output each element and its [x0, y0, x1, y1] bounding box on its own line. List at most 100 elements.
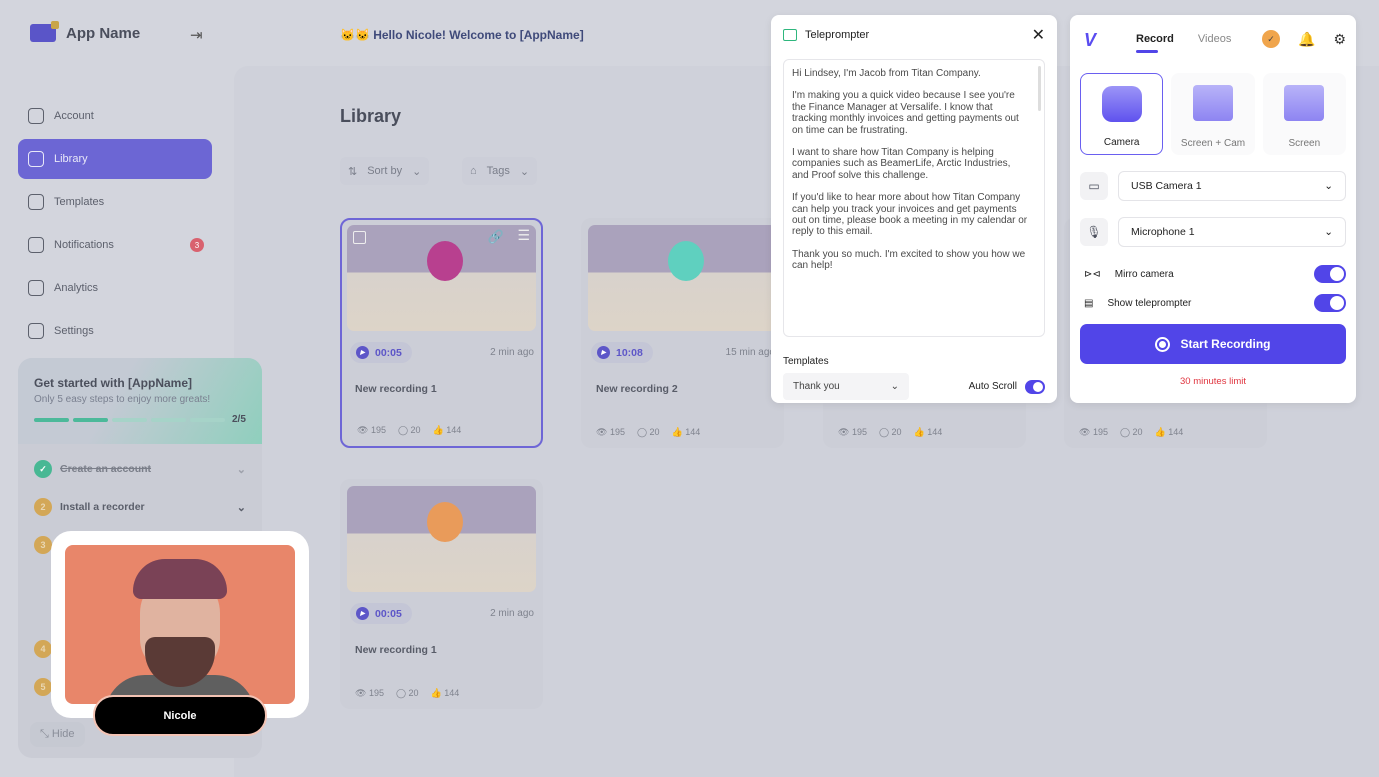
link-icon[interactable]: 🔗	[488, 229, 504, 245]
time-ago: 15 min ago	[725, 347, 775, 358]
video-stats: 👁 195 ◯ 20 👍 144	[1079, 427, 1184, 437]
teleprompter-title: Teleprompter	[805, 29, 870, 41]
achievement-icon[interactable]: ✓	[1262, 30, 1280, 48]
sidebar-item-analytics[interactable]: Analytics	[18, 268, 212, 308]
play-icon: ▶	[597, 346, 610, 359]
video-card[interactable]: ▶ 00:05 2 min ago New recording 1 👁 195 ◯ 2…	[340, 479, 543, 709]
gear-icon	[28, 323, 44, 339]
teleprompter-icon	[783, 29, 797, 41]
greeting-text: Hello Nicole! Welcome to [AppName]	[373, 28, 584, 42]
step-number: 5	[34, 678, 52, 696]
chevron-down-icon: ⌄	[1324, 180, 1333, 192]
user-icon	[28, 108, 44, 124]
sidebar-item-templates[interactable]: Templates	[18, 182, 212, 222]
step-number: 4	[34, 640, 52, 658]
sidebar-item-label: Library	[54, 153, 88, 165]
teleprompter-label: Show teleprompter	[1107, 297, 1192, 309]
video-card[interactable]: 🔗 ☰ ▶ 00:05 2 min ago New recording 1 👁 195…	[340, 218, 543, 448]
sidebar-item-library[interactable]: Library	[18, 139, 212, 179]
duration-badge[interactable]: ▶ 10:08	[591, 342, 653, 363]
chevron-down-icon: ⌄	[412, 165, 422, 178]
video-card[interactable]: ▶ 10:08 15 min ago New recording 2 👁 195 ◯ …	[581, 218, 784, 448]
chevron-down-icon: ⌄	[236, 463, 246, 476]
video-thumbnail	[588, 225, 777, 331]
camera-select[interactable]: USB Camera 1 ⌄	[1118, 171, 1346, 201]
hide-button[interactable]: ⤡ Hide	[30, 722, 85, 747]
scrollbar[interactable]	[1038, 66, 1041, 111]
sidebar-item-label: Notifications	[54, 239, 114, 251]
duration: 10:08	[616, 346, 643, 359]
sidebar-item-label: Templates	[54, 196, 105, 208]
tab-videos[interactable]: Videos	[1198, 33, 1231, 45]
logo-icon	[30, 21, 59, 42]
chevron-down-icon: ⌄	[236, 501, 246, 514]
start-recording-button[interactable]: Start Recording	[1080, 324, 1346, 364]
screen-cam-icon	[1193, 85, 1234, 121]
video-title: New recording 1	[355, 644, 437, 656]
teleprompter-script[interactable]: Hi Lindsey, I'm Jacob from Titan Company…	[783, 59, 1045, 337]
views-icon: 👁 195	[357, 425, 386, 435]
time-ago: 2 min ago	[490, 608, 534, 619]
sidebar-item-label: Settings	[54, 325, 94, 337]
mode-screen-cam[interactable]: Screen + Cam	[1171, 73, 1255, 155]
auto-scroll-toggle[interactable]	[1025, 379, 1045, 394]
progress-text: 2/5	[232, 414, 246, 425]
record-icon	[1155, 336, 1171, 352]
microphone-icon: 🎙	[1080, 218, 1108, 246]
step-number: 2	[34, 498, 52, 516]
step-create-account[interactable]: ✓ Create an account ⌄	[18, 450, 262, 488]
comments-icon: ◯ 20	[397, 425, 421, 435]
recording-limit: 30 minutes limit	[1180, 376, 1246, 387]
tag-icon: ⌂	[470, 165, 477, 177]
auto-scroll-label: Auto Scroll	[968, 381, 1017, 392]
sidebar-nav: Account Library Templates Notifications 3…	[18, 96, 212, 354]
microphone-select[interactable]: Microphone 1 ⌄	[1118, 217, 1346, 247]
chevron-down-icon: ⌄	[890, 381, 899, 392]
time-ago: 2 min ago	[490, 347, 534, 358]
collapse-sidebar-icon[interactable]: ⇥	[190, 26, 203, 44]
app-name: App Name	[66, 24, 141, 42]
teleprompter-toggle[interactable]	[1314, 294, 1346, 312]
hide-label: Hide	[51, 728, 75, 740]
video-stats: 👁 195 ◯ 20 👍 144	[355, 688, 460, 698]
sidebar-item-notifications[interactable]: Notifications 3	[18, 225, 212, 265]
menu-icon[interactable]: ☰	[517, 227, 530, 244]
mirror-icon: ⊳⊲	[1084, 268, 1101, 280]
sidebar-item-settings[interactable]: Settings	[18, 311, 212, 351]
teleprompter-panel: Teleprompter ✕ Hi Lindsey, I'm Jacob from…	[771, 15, 1057, 403]
brand-logo-icon: V	[1084, 30, 1097, 50]
sort-icon: ⇅	[348, 165, 358, 178]
mirror-toggle[interactable]	[1314, 265, 1346, 283]
tags-dropdown[interactable]: ⌂ Tags ⌄	[462, 157, 538, 185]
close-icon[interactable]: ✕	[1032, 25, 1045, 45]
select-checkbox[interactable]	[353, 231, 366, 244]
teleprompter-icon: ▤	[1084, 297, 1094, 309]
tab-record[interactable]: Record	[1136, 33, 1174, 53]
mode-screen[interactable]: Screen	[1262, 73, 1346, 155]
page-title: Library	[340, 106, 402, 126]
tags-label: Tags	[486, 165, 510, 177]
camera-feed	[65, 545, 295, 704]
video-thumbnail	[347, 486, 536, 592]
video-stats: 👁 195 ◯ 20 👍 144	[357, 425, 461, 436]
step-install-recorder[interactable]: 2 Install a recorder ⌄	[18, 488, 262, 526]
duration-badge[interactable]: ▶ 00:05	[350, 342, 412, 363]
camera-preview[interactable]	[51, 531, 309, 718]
mirror-label: Mirro camera	[1114, 268, 1174, 280]
video-stats: 👁 195 ◯ 20 👍 144	[596, 427, 701, 437]
step-number: 3	[34, 536, 52, 554]
mode-camera[interactable]: Camera	[1080, 73, 1164, 155]
duration: 00:05	[375, 346, 402, 359]
chart-icon	[28, 280, 44, 296]
sort-dropdown[interactable]: ⇅ Sort by ⌄	[340, 157, 430, 185]
sidebar-item-label: Account	[54, 110, 94, 122]
gear-icon[interactable]: ⚙	[1333, 31, 1346, 48]
app-logo: App Name	[30, 21, 141, 42]
bell-icon[interactable]: 🔔	[1298, 31, 1315, 48]
templates-label: Templates	[783, 356, 829, 367]
template-select[interactable]: Thank you ⌄	[783, 373, 909, 400]
duration: 00:05	[375, 607, 402, 620]
sidebar-item-account[interactable]: Account	[18, 96, 212, 136]
notification-badge: 3	[190, 238, 204, 252]
duration-badge[interactable]: ▶ 00:05	[350, 603, 412, 624]
